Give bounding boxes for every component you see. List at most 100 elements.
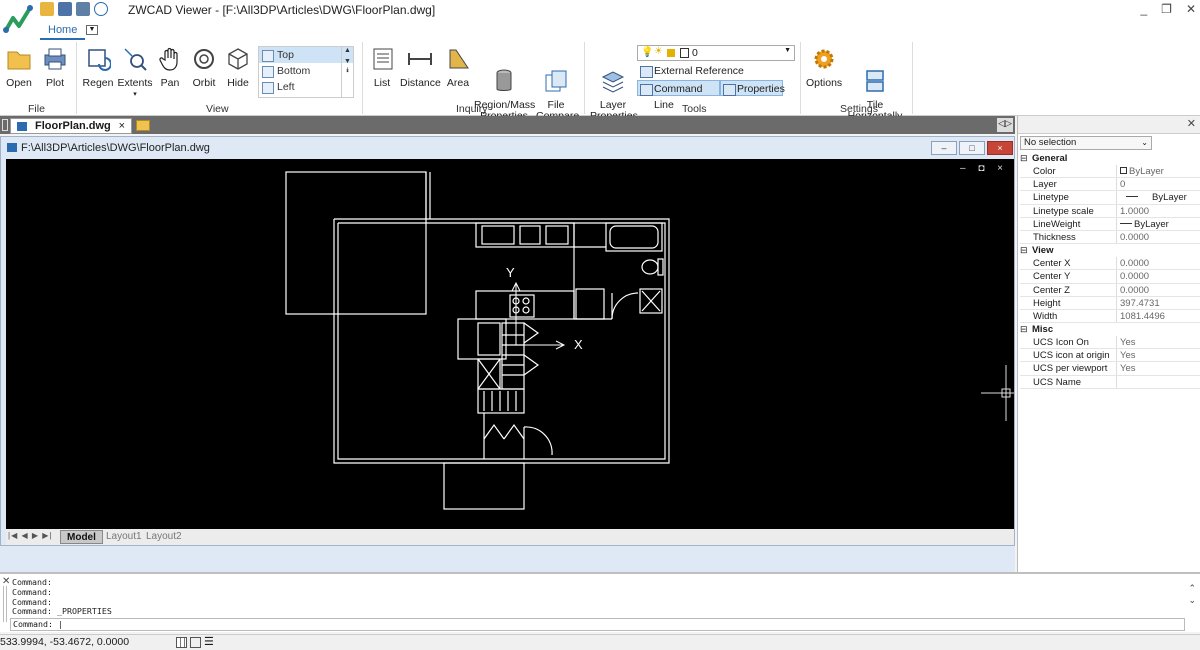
property-row[interactable]: Center Y 0.0000 [1020,270,1200,284]
list-label: List [373,77,391,89]
layer-properties-button[interactable]: Layer Properties [590,44,638,122]
drawing-minimize-button[interactable]: – [931,141,957,155]
view-top-option[interactable]: Top [259,47,353,63]
chevron-down-icon[interactable]: ⌄ [1188,590,1196,610]
selection-dropdown[interactable]: No selection ⌄ [1020,136,1152,150]
file-compare-button[interactable]: File Compare [536,44,579,122]
chevron-down-icon[interactable]: ▼ [342,58,353,65]
view-list-scrollbar[interactable]: ▲ ▼ ⯯ [341,47,353,97]
viewport-controls[interactable]: – ◘ × [960,163,1008,174]
layout-icon[interactable] [76,2,90,16]
view-left-option[interactable]: Left [259,79,353,95]
closet [477,388,525,414]
ucs-y-label: Y [506,265,515,280]
command-line-button[interactable]: Command Line [637,80,720,111]
property-row[interactable]: Layer 0 [1020,178,1200,192]
property-key: Center Y [1020,270,1117,283]
grid-icon[interactable] [176,637,187,648]
options-button[interactable]: Options [806,44,842,89]
layout-navigation-arrows-icon[interactable]: |◀ ◀ ▶ ▶| [8,531,52,540]
property-value: 0 [1120,179,1126,191]
regen-button[interactable]: Regen [82,44,114,89]
linetype-sample-icon [1126,196,1138,198]
ribbon-divider [362,42,363,114]
command-scrollbar[interactable]: ⌃ ⌄ [1188,578,1196,610]
open-file-folder-icon[interactable] [136,120,150,131]
property-row[interactable]: UCS Name [1020,375,1200,389]
hide-button[interactable]: Hide [224,44,252,89]
list-button[interactable]: List [370,44,394,89]
close-icon[interactable]: ✕ [1186,2,1196,16]
property-value [1117,376,1200,388]
property-key: UCS Name [1020,375,1117,388]
view-bottom-option[interactable]: Bottom [259,63,353,79]
property-row[interactable]: UCS per viewport Yes [1020,362,1200,376]
document-tab[interactable]: FloorPlan.dwg × [10,118,132,134]
close-tab-icon[interactable]: × [119,119,125,133]
info-icon[interactable] [94,2,108,16]
property-row[interactable]: Linetype scale 1.0000 [1020,204,1200,218]
property-row[interactable]: Color ByLayer [1020,165,1200,179]
layers-icon [600,57,626,93]
drawing-canvas[interactable]: – ◘ × X Y [6,159,1014,529]
property-row[interactable]: Width 1081.4496 [1020,309,1200,324]
minimize-icon[interactable]: _ [1140,2,1147,16]
area-button[interactable]: Area [446,44,470,89]
expand-icon[interactable]: ⯯ [342,67,353,75]
category-view[interactable]: View [1020,244,1200,257]
properties-button[interactable]: Properties [720,80,785,96]
door-swing [523,322,540,344]
ribbon-divider [800,42,801,114]
tab-list-chevron-icon[interactable] [2,119,8,131]
property-row[interactable]: UCS Icon On Yes [1020,336,1200,350]
model-space-icon[interactable] [190,637,201,648]
kitchen-counter [475,222,575,248]
plot-button[interactable]: Plot [40,44,70,89]
drawing-maximize-button[interactable]: □ [959,141,985,155]
property-row[interactable]: LineWeight ByLayer [1020,217,1200,231]
category-general[interactable]: General [1020,152,1200,165]
property-row[interactable]: Linetype ByLayer [1020,191,1200,205]
menu-icon[interactable]: ☰ [204,637,214,648]
orbit-button[interactable]: Orbit [189,44,219,89]
regen-icon [85,46,112,72]
distance-button[interactable]: Distance [400,44,441,89]
category-misc[interactable]: Misc [1020,323,1200,336]
door-swing [611,292,639,320]
property-row[interactable]: Center Z 0.0000 [1020,283,1200,297]
pan-button[interactable]: Pan [158,44,182,89]
extents-button[interactable]: Extents ▾ [116,44,154,100]
ribbon-options-chevron-down-icon[interactable]: ▼ [86,25,98,35]
tab-navigation-arrows-icon[interactable]: ◁▷ [997,118,1013,132]
bathtub [605,222,663,252]
ribbon-divider [76,42,77,114]
command-input[interactable]: Command: | [10,618,1185,631]
drawing-close-button[interactable]: × [987,141,1013,155]
property-row[interactable]: UCS icon at origin Yes [1020,349,1200,363]
property-row[interactable]: Thickness 0.0000 [1020,230,1200,245]
view-list: Top Bottom Left ▲ ▼ ⯯ [258,46,354,98]
layer-dropdown[interactable]: 💡 ☀ 0 ▼ [637,45,795,61]
status-toggles: ☰ [176,637,214,648]
tab-home[interactable]: Home [40,22,86,40]
color-swatch-icon [680,48,689,58]
external-reference-button[interactable]: External Reference [638,63,744,79]
printer-icon [42,46,68,72]
command-window-grip[interactable] [3,586,7,622]
plot-icon[interactable] [58,2,72,16]
layout-tab-layout2[interactable]: Layout2 [140,530,188,544]
burner [522,306,530,314]
property-row[interactable]: Height 397.4731 [1020,296,1200,310]
document-tab-strip: FloorPlan.dwg × ◁▷ [0,116,1015,134]
property-key: LineWeight [1020,217,1117,230]
property-value: ByLayer [1117,218,1200,230]
burner [522,297,530,305]
property-row[interactable]: Center X 0.0000 [1020,257,1200,271]
maximize-icon[interactable]: ❐ [1161,2,1172,16]
close-icon[interactable]: ✕ [1187,117,1196,130]
ribbon: Open Plot File Regen Extents ▾ Pan Orbit [0,40,1200,122]
open-button[interactable]: Open [4,44,34,89]
layout-tab-model[interactable]: Model [60,530,103,544]
open-folder-icon[interactable] [40,2,54,16]
chevron-up-icon[interactable]: ▲ [342,47,353,54]
